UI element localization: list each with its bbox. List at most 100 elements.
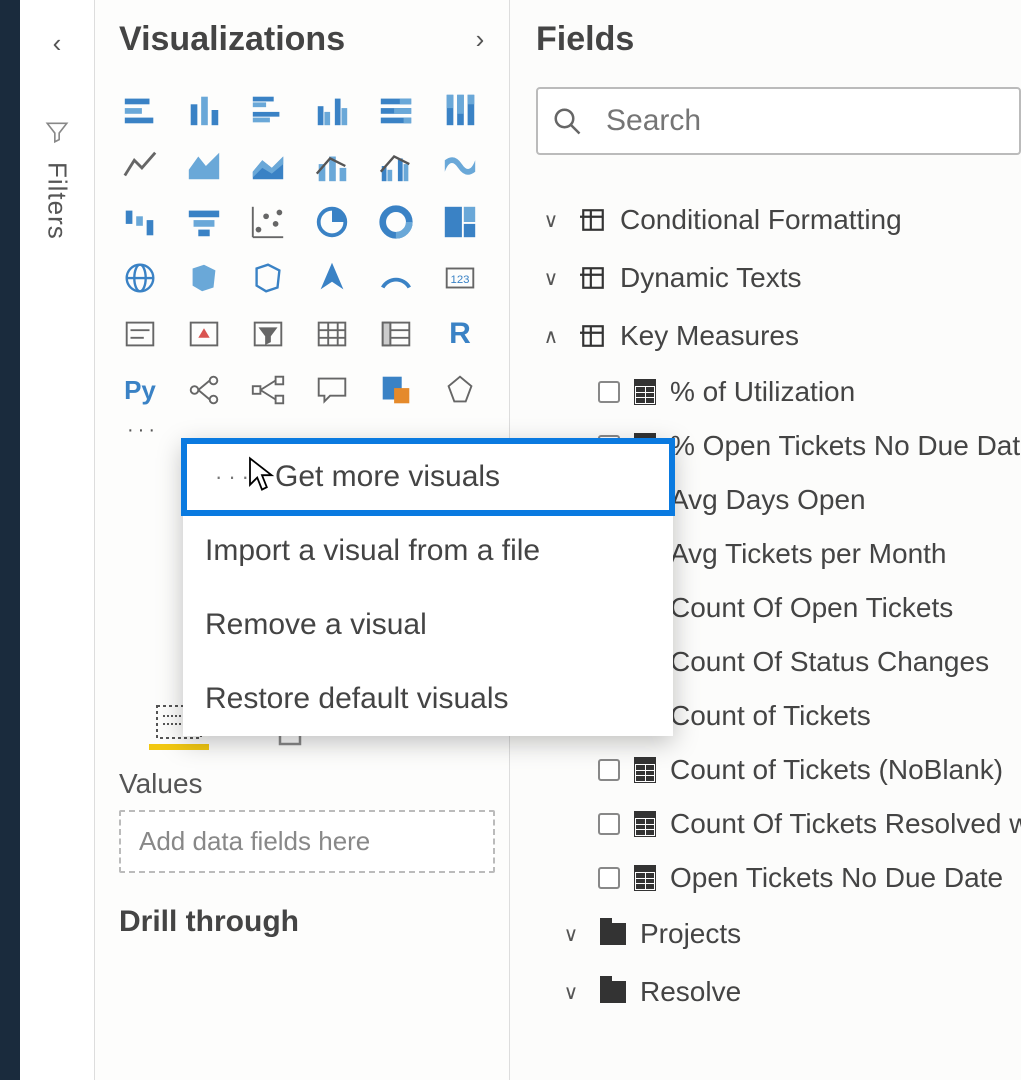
menu-import-visual[interactable]: Import a visual from a file (183, 514, 673, 588)
checkbox[interactable] (598, 867, 620, 889)
folder-icon (600, 981, 626, 1003)
table-label: Key Measures (620, 320, 799, 352)
chevron-down-icon: ∨ (556, 980, 586, 1005)
collapse-right-icon[interactable]: › (465, 24, 495, 55)
measure-item[interactable]: Count Of Tickets Resolved wit (598, 797, 1021, 851)
fields-title: Fields (536, 20, 1021, 59)
menu-restore-visuals[interactable]: Restore default visuals (183, 662, 673, 736)
multirow-card-icon[interactable] (119, 313, 161, 355)
menu-get-more-visuals[interactable]: ··· Get more visuals (181, 438, 675, 516)
measure-label: Count of Tickets (670, 700, 871, 732)
clustered-bar-icon[interactable] (247, 89, 289, 131)
line-chart-icon[interactable] (119, 145, 161, 187)
menu-remove-visual[interactable]: Remove a visual (183, 588, 673, 662)
drill-through-label: Drill through (119, 905, 495, 939)
smart-narrative-icon[interactable] (375, 369, 417, 411)
key-influencers-icon[interactable] (183, 369, 225, 411)
table-label: Resolve (640, 976, 741, 1008)
r-script-icon[interactable]: R (439, 313, 481, 355)
table-resolve[interactable]: ∨ Resolve (556, 963, 1021, 1021)
filters-label: Filters (42, 162, 73, 240)
chevron-down-icon: ∨ (536, 266, 566, 291)
python-icon[interactable]: Py (119, 369, 161, 411)
context-menu: ··· Get more visuals Import a visual fro… (183, 440, 673, 736)
table-projects[interactable]: ∨ Projects (556, 905, 1021, 963)
table-icon[interactable] (311, 313, 353, 355)
search-icon (552, 106, 582, 136)
menu-label: Get more visuals (275, 460, 500, 494)
table-key-measures[interactable]: ∧ Key Measures (536, 307, 1021, 365)
search-input[interactable] (604, 103, 1005, 139)
filled-map-icon[interactable] (183, 257, 225, 299)
hundred-column-icon[interactable] (439, 89, 481, 131)
checkbox[interactable] (598, 381, 620, 403)
chevron-down-icon: ∨ (556, 922, 586, 947)
measure-icon (634, 811, 656, 837)
measure-label: Count Of Tickets Resolved wit (670, 808, 1021, 840)
line-clustered-column-icon[interactable] (375, 145, 417, 187)
gauge-icon[interactable] (375, 257, 417, 299)
ribbon-chart-icon[interactable] (439, 145, 481, 187)
table-label: Projects (640, 918, 741, 950)
stacked-column-icon[interactable] (183, 89, 225, 131)
chevron-up-icon: ∧ (536, 324, 566, 349)
shape-map-icon[interactable] (247, 257, 289, 299)
line-stacked-column-icon[interactable] (311, 145, 353, 187)
stacked-bar-icon[interactable] (119, 89, 161, 131)
visualizations-pane: Visualizations › (95, 0, 510, 1080)
decomposition-tree-icon[interactable] (247, 369, 289, 411)
donut-chart-icon[interactable] (375, 201, 417, 243)
pie-chart-icon[interactable] (311, 201, 353, 243)
slicer-icon[interactable] (247, 313, 289, 355)
measure-label: Count Of Status Changes (670, 646, 989, 678)
values-drop-well[interactable]: Add data fields here (119, 810, 495, 873)
cursor-icon (247, 456, 277, 492)
hundred-bar-icon[interactable] (375, 89, 417, 131)
paginated-report-icon[interactable] (439, 369, 481, 411)
table-icon (580, 207, 606, 233)
table-icon (580, 265, 606, 291)
checkbox[interactable] (598, 759, 620, 781)
qa-icon[interactable] (311, 369, 353, 411)
waterfall-icon[interactable] (119, 201, 161, 243)
menu-label: Restore default visuals (205, 682, 509, 716)
chevron-down-icon: ∨ (536, 208, 566, 233)
card-icon[interactable]: 123 (439, 257, 481, 299)
scatter-chart-icon[interactable] (247, 201, 289, 243)
measure-label: % of Utilization (670, 376, 855, 408)
measure-label: Avg Tickets per Month (670, 538, 947, 570)
viz-gallery: 123 R Py (119, 89, 495, 411)
stacked-area-icon[interactable] (247, 145, 289, 187)
search-box[interactable] (536, 87, 1021, 155)
svg-text:123: 123 (450, 274, 469, 286)
measure-label: % Open Tickets No Due Date (670, 430, 1021, 462)
map-icon[interactable] (119, 257, 161, 299)
kpi-icon[interactable] (183, 313, 225, 355)
filters-rail: ‹ Filters (20, 0, 95, 1080)
treemap-icon[interactable] (439, 201, 481, 243)
clustered-column-icon[interactable] (311, 89, 353, 131)
azure-map-icon[interactable] (311, 257, 353, 299)
table-dynamic-texts[interactable]: ∨ Dynamic Texts (536, 249, 1021, 307)
app-root: ‹ Filters Visualizations › (0, 0, 1021, 1080)
table-conditional-formatting[interactable]: ∨ Conditional Formatting (536, 191, 1021, 249)
measure-item[interactable]: Count of Tickets (NoBlank) (598, 743, 1021, 797)
area-chart-icon[interactable] (183, 145, 225, 187)
checkbox[interactable] (598, 813, 620, 835)
matrix-icon[interactable] (375, 313, 417, 355)
measure-label: Count Of Open Tickets (670, 592, 953, 624)
folder-icon (600, 923, 626, 945)
measure-item[interactable]: % of Utilization (598, 365, 1021, 419)
viz-title: Visualizations (119, 20, 345, 59)
funnel-chart-icon[interactable] (183, 201, 225, 243)
measure-label: Avg Days Open (670, 484, 866, 516)
menu-label: Import a visual from a file (205, 534, 540, 568)
measure-label: Open Tickets No Due Date (670, 862, 1003, 894)
table-icon (580, 323, 606, 349)
menu-label: Remove a visual (205, 608, 427, 642)
collapse-left-icon[interactable]: ‹ (53, 28, 62, 59)
measure-item[interactable]: Open Tickets No Due Date (598, 851, 1021, 905)
measure-icon (634, 865, 656, 891)
table-label: Dynamic Texts (620, 262, 802, 294)
funnel-icon[interactable] (44, 119, 70, 152)
